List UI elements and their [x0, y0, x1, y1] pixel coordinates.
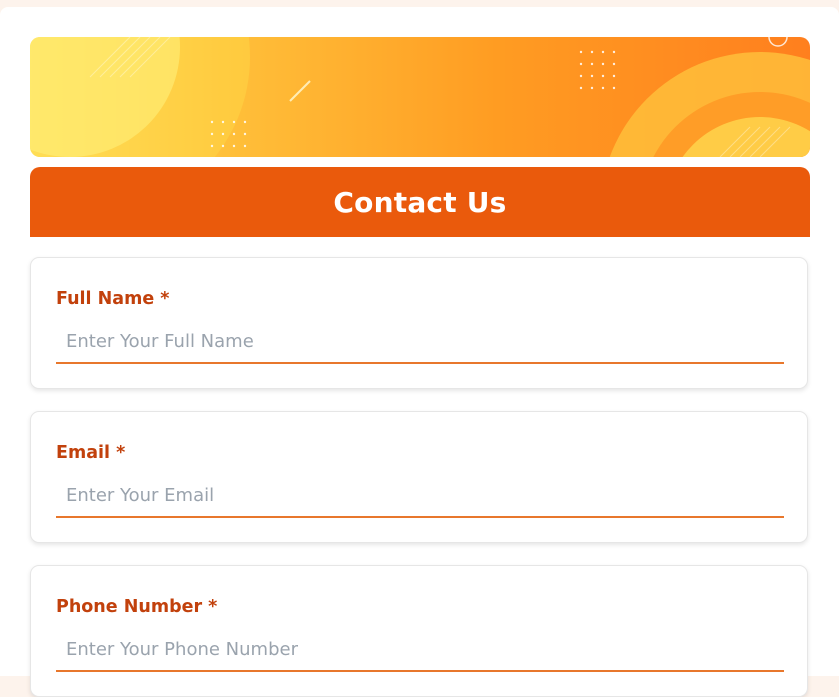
phone-number-card: Phone Number *	[30, 565, 808, 697]
form-header: Contact Us	[30, 167, 810, 237]
email-card: Email *	[30, 411, 808, 543]
page-background: Contact Us Full Name * Email * Phone Num…	[0, 7, 839, 697]
full-name-input[interactable]	[56, 320, 784, 364]
full-name-label: Full Name *	[56, 289, 170, 309]
form-title: Contact Us	[333, 185, 507, 219]
decorative-banner	[30, 37, 810, 157]
phone-number-input[interactable]	[56, 628, 784, 672]
email-label: Email *	[56, 443, 126, 463]
full-name-card: Full Name *	[30, 257, 808, 389]
phone-number-label: Phone Number *	[56, 597, 218, 617]
email-input[interactable]	[56, 474, 784, 518]
banner-decoration	[30, 37, 810, 157]
